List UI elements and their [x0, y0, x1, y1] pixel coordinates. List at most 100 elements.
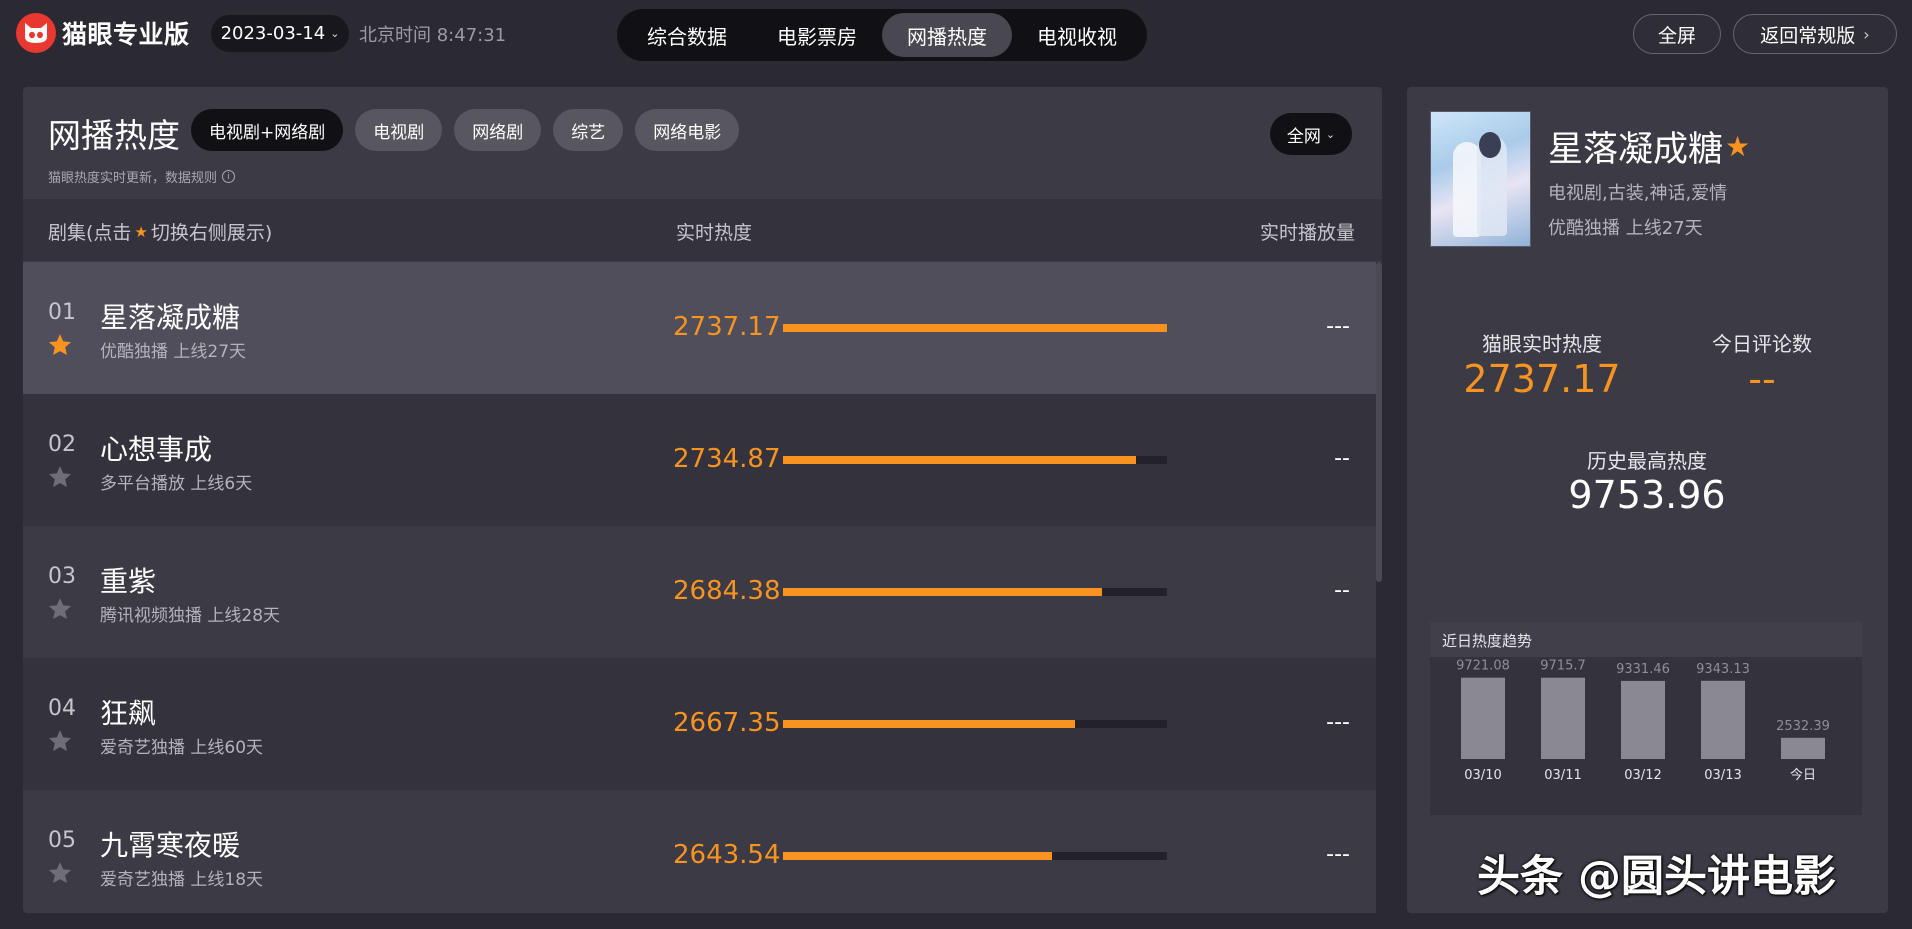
tab-overview[interactable]: 综合数据 — [622, 13, 752, 57]
table-row[interactable]: 03 重紫 腾讯视频独播 上线28天 2684.38 -- — [23, 526, 1378, 658]
update-note: 猫眼热度实时更新，数据规则 i — [48, 167, 236, 186]
ranking-list: 01 星落凝成糖 优酷独播 上线27天 2737.17 --- 02 心想事成 … — [23, 262, 1378, 913]
column-series-suffix: 切换右侧展示) — [150, 222, 273, 244]
series-platform: 腾讯视频独播 上线28天 — [100, 606, 281, 626]
tab-streaming-heat[interactable]: 网播热度 — [882, 13, 1012, 57]
heat-value: 2643.54 — [673, 840, 781, 870]
tab-tv-ratings[interactable]: 电视收视 — [1012, 13, 1142, 57]
table-row[interactable]: 02 心想事成 多平台播放 上线6天 2734.87 -- — [23, 394, 1378, 526]
chip-tv-series[interactable]: 电视剧 — [355, 109, 443, 151]
chevron-down-icon: ⌄ — [330, 27, 340, 40]
peak-heat-value: 9753.96 — [1568, 473, 1726, 517]
date-selector[interactable]: 2023-03-14 ⌄ — [211, 15, 349, 52]
brand-name: 猫眼专业版 — [62, 20, 190, 49]
play-count: -- — [1334, 446, 1350, 471]
comments-value: -- — [1748, 357, 1776, 401]
ranking-panel: 网播热度 电视剧+网络剧 电视剧 网络剧 综艺 网络电影 全网 ⌄ 猫眼热度实时… — [23, 87, 1382, 913]
column-realtime-heat: 实时热度 — [676, 222, 753, 244]
update-note-text: 猫眼热度实时更新，数据规则 — [48, 171, 218, 186]
realtime-heat-value: 2737.17 — [1463, 357, 1621, 401]
brand-logo[interactable]: 猫眼专业版 — [16, 12, 190, 54]
star-icon[interactable] — [47, 332, 73, 358]
main-nav: 综合数据 电影票房 网播热度 电视收视 — [617, 9, 1147, 61]
heat-bar — [783, 852, 1167, 860]
heat-value: 2737.17 — [673, 312, 781, 342]
play-count: -- — [1334, 578, 1350, 603]
ranking-scrollbar[interactable] — [1376, 262, 1382, 913]
series-name: 星落凝成糖 — [100, 301, 241, 334]
peak-heat-label: 历史最高热度 — [1587, 449, 1707, 473]
heat-bar-fill — [783, 588, 1102, 596]
column-series: 剧集(点击 ★ 切换右侧展示) — [48, 218, 272, 245]
table-row[interactable]: 04 狂飙 爱奇艺独播 上线60天 2667.35 --- — [23, 658, 1378, 790]
row-rank: 04 — [48, 696, 76, 721]
realtime-heat-label: 猫眼实时热度 — [1482, 332, 1602, 356]
play-count: --- — [1326, 710, 1350, 735]
table-row[interactable]: 01 星落凝成糖 优酷独播 上线27天 2737.17 --- — [23, 262, 1378, 394]
trend-category-label: 03/10 — [1464, 768, 1501, 783]
heat-bar-fill — [783, 720, 1075, 728]
poster-figure — [1479, 132, 1501, 158]
row-rank: 02 — [48, 432, 76, 457]
chevron-down-icon: ⌄ — [1325, 127, 1336, 141]
chevron-right-icon: › — [1863, 24, 1870, 44]
chip-variety[interactable]: 综艺 — [553, 109, 624, 151]
series-name: 心想事成 — [100, 433, 213, 466]
chip-web-series[interactable]: 网络剧 — [454, 109, 542, 151]
play-count: --- — [1326, 314, 1350, 339]
trend-bar — [1461, 677, 1505, 759]
detail-genre: 电视剧,古装,神话,爱情 — [1548, 183, 1728, 204]
star-icon[interactable] — [47, 860, 73, 886]
trend-bar — [1541, 677, 1585, 759]
row-rank: 01 — [48, 300, 76, 325]
star-icon[interactable] — [47, 464, 73, 490]
page-title: 网播热度 — [48, 116, 180, 155]
series-poster — [1430, 111, 1531, 247]
heat-value: 2734.87 — [673, 444, 781, 474]
trend-value-label: 9331.46 — [1616, 662, 1670, 677]
row-rank: 05 — [48, 828, 76, 853]
heat-trend-chart: 近日热度趋势 9721.08 03/10 9715.7 03/11 9331.46 03/… — [1430, 622, 1862, 815]
back-label: 返回常规版 — [1760, 24, 1856, 47]
star-icon[interactable] — [47, 596, 73, 622]
info-icon[interactable]: i — [222, 170, 236, 183]
chip-tv-and-web-series[interactable]: 电视剧+网络剧 — [191, 109, 344, 151]
heat-bar — [783, 456, 1167, 464]
series-platform: 爱奇艺独播 上线60天 — [100, 738, 264, 758]
table-row[interactable]: 05 九霄寒夜暖 爱奇艺独播 上线18天 2643.54 --- — [23, 790, 1378, 913]
star-icon: ★ — [134, 222, 148, 241]
trend-value-label: 9343.13 — [1696, 662, 1750, 677]
category-filter: 电视剧+网络剧 电视剧 网络剧 综艺 网络电影 — [191, 109, 751, 151]
back-to-standard-button[interactable]: 返回常规版 › — [1733, 14, 1897, 54]
fullscreen-label: 全屏 — [1657, 24, 1696, 47]
fullscreen-button[interactable]: 全屏 — [1633, 14, 1721, 54]
beijing-clock: 北京时间 8:47:31 — [359, 25, 507, 46]
tab-box-office[interactable]: 电影票房 — [752, 13, 882, 57]
series-platform: 多平台播放 上线6天 — [100, 474, 253, 494]
chip-web-movie[interactable]: 网络电影 — [635, 109, 740, 151]
platform-scope-select[interactable]: 全网 ⌄ — [1270, 113, 1352, 155]
series-name: 重紫 — [100, 565, 157, 598]
trend-bar — [1621, 680, 1665, 759]
trend-title: 近日热度趋势 — [1430, 622, 1862, 657]
comments-label: 今日评论数 — [1712, 332, 1812, 356]
trend-category-label: 03/13 — [1704, 768, 1741, 783]
scrollbar-thumb[interactable] — [1376, 262, 1382, 582]
series-platform: 优酷独播 上线27天 — [100, 342, 247, 362]
series-name: 狂飙 — [100, 697, 157, 730]
series-name: 九霄寒夜暖 — [100, 829, 241, 862]
heat-bar — [783, 588, 1167, 596]
heat-bar — [783, 324, 1167, 332]
heat-value: 2667.35 — [673, 708, 781, 738]
trend-value-label: 9721.08 — [1456, 659, 1510, 674]
trend-category-label: 03/12 — [1624, 768, 1661, 783]
watermark: 头条 @圆头讲电影 — [1477, 852, 1836, 902]
trend-value-label: 2532.39 — [1776, 719, 1830, 734]
column-series-prefix: 剧集(点击 — [48, 222, 132, 244]
trend-bar — [1781, 737, 1825, 759]
star-icon[interactable] — [47, 728, 73, 754]
table-header: 剧集(点击 ★ 切换右侧展示) 实时热度 实时播放量 — [23, 199, 1382, 261]
cat-eye-logo-icon — [16, 13, 56, 53]
heat-bar — [783, 720, 1167, 728]
series-platform: 爱奇艺独播 上线18天 — [100, 870, 264, 890]
